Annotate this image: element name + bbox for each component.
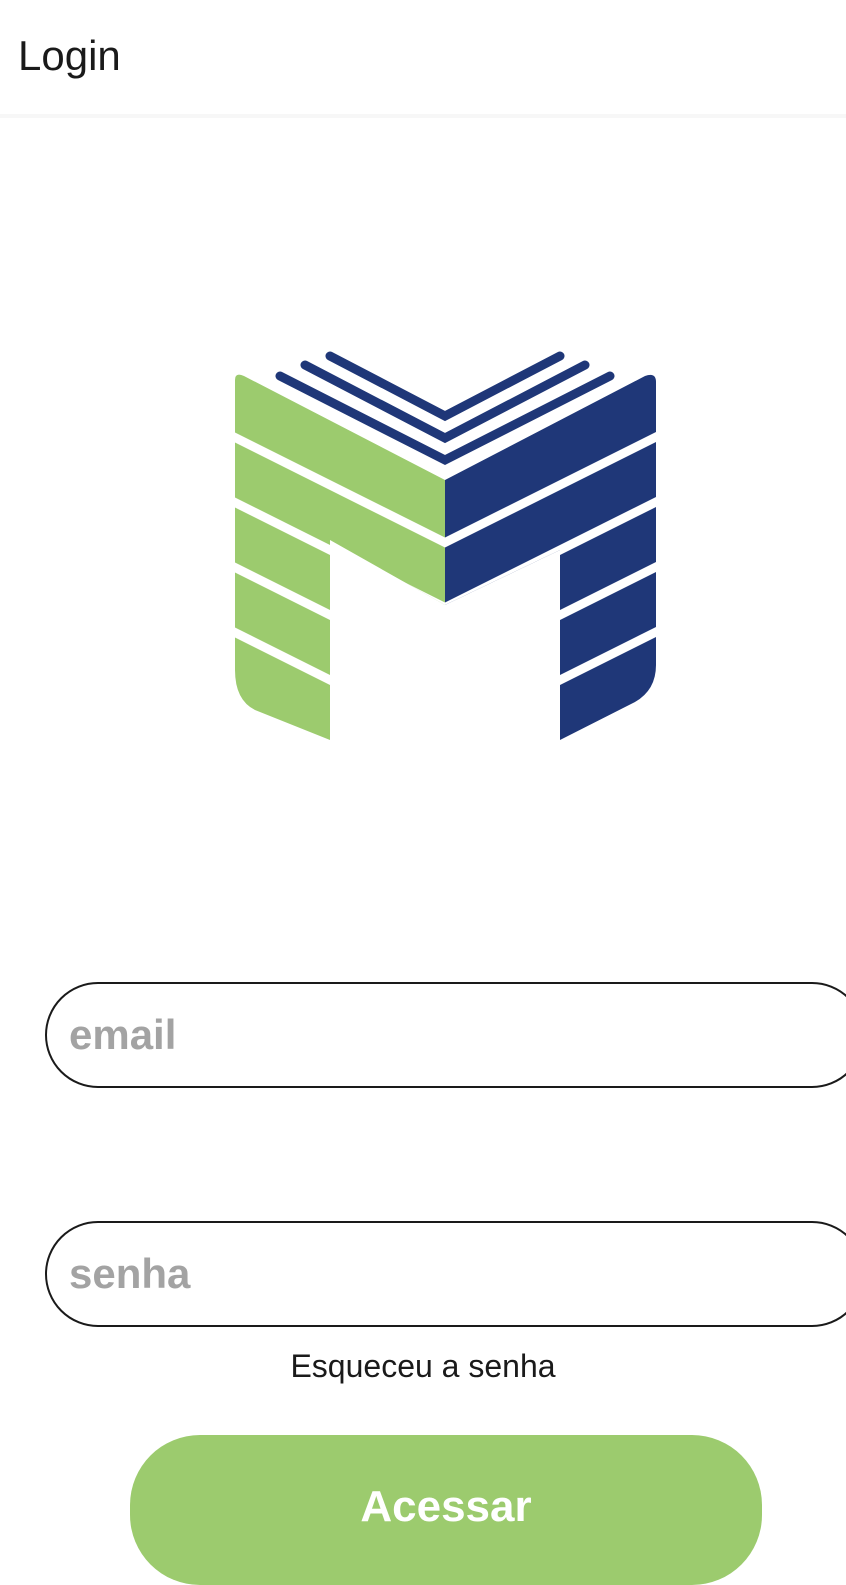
email-input[interactable] <box>69 984 789 1086</box>
password-field[interactable] <box>45 1221 846 1327</box>
email-field[interactable] <box>45 982 846 1088</box>
brand-logo <box>200 320 690 780</box>
password-input[interactable] <box>69 1223 789 1325</box>
page-title: Login <box>18 32 121 79</box>
m-logo-icon <box>235 351 656 741</box>
submit-button[interactable]: Acessar <box>130 1435 762 1585</box>
forgot-password-link[interactable]: Esqueceu a senha <box>0 1345 846 1387</box>
app-bar: Login <box>0 0 846 118</box>
submit-button-label: Acessar <box>360 1482 532 1531</box>
